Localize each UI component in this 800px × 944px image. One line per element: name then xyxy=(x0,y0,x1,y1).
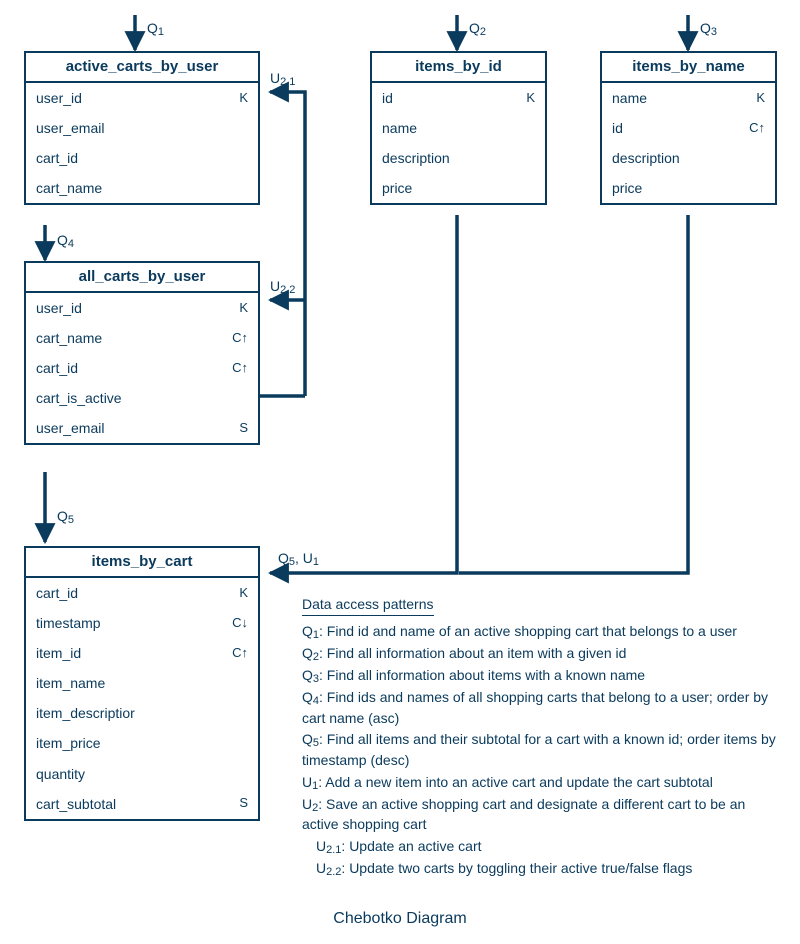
table-rows: user_idKcart_nameC↑cart_idC↑cart_is_acti… xyxy=(26,293,258,443)
table-row: description xyxy=(602,143,775,173)
table-items-by-name: items_by_name nameKidC↑descriptionprice xyxy=(600,51,777,205)
table-row: item_idC↑ xyxy=(26,638,258,668)
column-name: quantity xyxy=(36,766,224,782)
column-key: S xyxy=(224,421,248,436)
notes-list: Q1: Find id and name of an active shoppi… xyxy=(302,621,784,878)
notes-item: Q1: Find id and name of an active shoppi… xyxy=(302,621,784,642)
table-title: items_by_name xyxy=(602,53,775,83)
table-row: name xyxy=(372,113,545,143)
table-row: idC↑ xyxy=(602,113,775,143)
column-key: K xyxy=(224,301,248,316)
notes-item: Q2: Find all information about an item w… xyxy=(302,643,784,664)
column-name: id xyxy=(382,90,511,106)
table-row: idK xyxy=(372,83,545,113)
table-row: cart_is_active xyxy=(26,383,258,413)
table-title: active_carts_by_user xyxy=(26,53,258,83)
label-q1: Q1 xyxy=(147,20,164,36)
table-row: cart_nameC↑ xyxy=(26,323,258,353)
table-rows: nameKidC↑descriptionprice xyxy=(602,83,775,203)
table-row: cart_idK xyxy=(26,578,258,608)
column-name: id xyxy=(612,120,741,136)
column-name: description xyxy=(612,150,741,166)
notes-item: U2: Save an active shopping cart and des… xyxy=(302,794,784,835)
column-key: K xyxy=(224,91,248,106)
table-row: user_emailS xyxy=(26,413,258,443)
table-row: user_idK xyxy=(26,83,258,113)
column-name: name xyxy=(382,120,511,136)
table-row: item_name xyxy=(26,668,258,698)
column-name: user_id xyxy=(36,90,224,106)
label-q4: Q4 xyxy=(57,232,74,248)
notes-item: Q4: Find ids and names of all shopping c… xyxy=(302,687,784,728)
column-key: K xyxy=(741,91,765,106)
table-items-by-id: items_by_id idKnamedescriptionprice xyxy=(370,51,547,205)
column-key: S xyxy=(224,796,248,811)
table-row: user_email xyxy=(26,113,258,143)
column-key: C↓ xyxy=(224,616,248,631)
table-items-by-cart: items_by_cart cart_idKtimestampC↓item_id… xyxy=(24,546,260,821)
column-name: description xyxy=(382,150,511,166)
label-u22: U2.2 xyxy=(270,278,295,294)
table-row: timestampC↓ xyxy=(26,608,258,638)
diagram-caption: Chebotko Diagram xyxy=(0,910,800,928)
table-title: all_carts_by_user xyxy=(26,263,258,293)
column-key: C↑ xyxy=(224,646,248,661)
column-name: cart_name xyxy=(36,330,224,346)
column-name: user_email xyxy=(36,120,224,136)
table-active-carts-by-user: active_carts_by_user user_idKuser_emailc… xyxy=(24,51,260,205)
table-title: items_by_cart xyxy=(26,548,258,578)
table-row: nameK xyxy=(602,83,775,113)
label-q3: Q3 xyxy=(700,20,717,36)
notes-heading: Data access patterns xyxy=(302,594,434,616)
notes-item: U2.1: Update an active cart xyxy=(302,836,784,857)
table-row: cart_name xyxy=(26,173,258,203)
table-row: item_price xyxy=(26,728,258,758)
table-row: item_descriptior xyxy=(26,698,258,728)
notes-item: Q3: Find all information about items wit… xyxy=(302,665,784,686)
notes-item: U1: Add a new item into an active cart a… xyxy=(302,772,784,793)
column-name: item_id xyxy=(36,645,224,661)
column-name: cart_id xyxy=(36,150,224,166)
column-name: item_price xyxy=(36,735,224,751)
column-name: cart_is_active xyxy=(36,390,224,406)
column-name: cart_subtotal xyxy=(36,796,224,812)
table-row: cart_id xyxy=(26,143,258,173)
table-rows: cart_idKtimestampC↓item_idC↑item_nameite… xyxy=(26,578,258,819)
table-all-carts-by-user: all_carts_by_user user_idKcart_nameC↑car… xyxy=(24,261,260,445)
column-key: C↑ xyxy=(224,331,248,346)
label-q5u1: Q5, U1 xyxy=(278,550,319,566)
table-row: price xyxy=(602,173,775,203)
column-name: price xyxy=(612,180,741,196)
table-row: cart_subtotalS xyxy=(26,789,258,819)
table-title: items_by_id xyxy=(372,53,545,83)
label-u21: U2.1 xyxy=(270,70,295,86)
column-key: K xyxy=(224,586,248,601)
column-key: C↑ xyxy=(224,361,248,376)
label-q2: Q2 xyxy=(469,20,486,36)
table-row: quantity xyxy=(26,759,258,789)
table-row: cart_idC↑ xyxy=(26,353,258,383)
column-name: cart_name xyxy=(36,180,224,196)
column-name: item_name xyxy=(36,675,224,691)
column-name: cart_id xyxy=(36,585,224,601)
column-name: name xyxy=(612,90,741,106)
table-row: price xyxy=(372,173,545,203)
data-access-patterns: Data access patterns Q1: Find id and nam… xyxy=(302,594,784,880)
notes-item: U2.2: Update two carts by toggling their… xyxy=(302,858,784,879)
column-name: timestamp xyxy=(36,615,224,631)
label-q5: Q5 xyxy=(57,508,74,524)
column-key: K xyxy=(511,91,535,106)
notes-item: Q5: Find all items and their subtotal fo… xyxy=(302,729,784,770)
column-key: C↑ xyxy=(741,121,765,136)
table-rows: user_idKuser_emailcart_idcart_name xyxy=(26,83,258,203)
column-name: cart_id xyxy=(36,360,224,376)
column-name: user_id xyxy=(36,300,224,316)
table-row: user_idK xyxy=(26,293,258,323)
table-rows: idKnamedescriptionprice xyxy=(372,83,545,203)
column-name: user_email xyxy=(36,420,224,436)
column-name: item_descriptior xyxy=(36,705,224,721)
column-name: price xyxy=(382,180,511,196)
table-row: description xyxy=(372,143,545,173)
